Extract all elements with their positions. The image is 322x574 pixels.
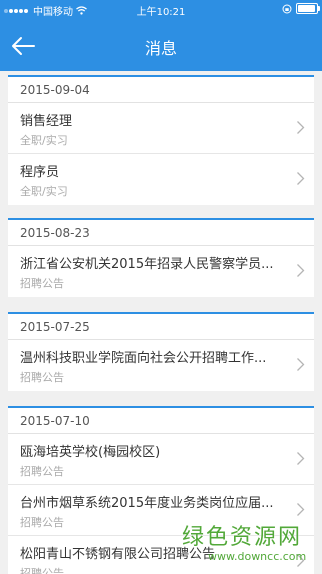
chevron-right-icon (297, 121, 305, 134)
list-item[interactable]: 瓯海培英学校(梅园校区) 招聘公告 (8, 434, 314, 485)
page-title: 消息 (144, 39, 177, 58)
item-subtitle: 全职/实习 (20, 185, 68, 198)
message-group: 2015-09-04 销售经理 全职/实习 程序员 全职/实习 (8, 75, 314, 205)
status-time: 上午10:21 (136, 7, 186, 18)
chevron-right-icon (297, 358, 305, 371)
watermark-text: 绿色资源网 (182, 525, 303, 550)
item-subtitle: 全职/实习 (20, 134, 68, 147)
item-title: 浙江省公安机关2015年招录人民警察学员... (20, 257, 274, 272)
nav-bar: 消息 (0, 20, 322, 71)
battery-icon (296, 3, 320, 14)
item-title: 台州市烟草系统2015年度业务类岗位应届... (20, 496, 274, 511)
item-title: 程序员 (20, 165, 60, 180)
item-subtitle: 招聘公告 (20, 516, 64, 529)
app-header: 中国移动 上午10:21 消息 (0, 0, 322, 71)
list-item[interactable]: 温州科技职业学院面向社会公开招聘工作... 招聘公告 (8, 340, 314, 391)
chevron-right-icon (297, 264, 305, 277)
chevron-right-icon (297, 503, 305, 516)
group-date: 2015-08-23 (8, 220, 314, 246)
item-title: 温州科技职业学院面向社会公开招聘工作... (20, 351, 267, 366)
group-date: 2015-07-25 (8, 314, 314, 340)
status-bar: 中国移动 上午10:21 (0, 0, 322, 20)
chevron-right-icon (297, 172, 305, 185)
watermark-url: www.downcc.com (208, 550, 307, 563)
status-right (282, 3, 320, 14)
item-title: 瓯海培英学校(梅园校区) (20, 445, 161, 460)
watermark: 绿色资源网 www.downcc.com (178, 519, 318, 571)
item-subtitle: 招聘公告 (20, 567, 64, 574)
list-item[interactable]: 销售经理 全职/实习 (8, 103, 314, 154)
group-date: 2015-09-04 (8, 77, 314, 103)
item-subtitle: 招聘公告 (20, 371, 64, 384)
chevron-right-icon (297, 452, 305, 465)
group-date: 2015-07-10 (8, 408, 314, 434)
list-item[interactable]: 浙江省公安机关2015年招录人民警察学员... 招聘公告 (8, 246, 314, 297)
item-title: 销售经理 (20, 114, 73, 129)
item-subtitle: 招聘公告 (20, 465, 64, 478)
item-subtitle: 招聘公告 (20, 277, 64, 290)
list-item[interactable]: 程序员 全职/实习 (8, 154, 314, 205)
message-group: 2015-07-25 温州科技职业学院面向社会公开招聘工作... 招聘公告 (8, 312, 314, 391)
message-group: 2015-08-23 浙江省公安机关2015年招录人民警察学员... 招聘公告 (8, 218, 314, 297)
orientation-lock-icon (282, 4, 292, 13)
